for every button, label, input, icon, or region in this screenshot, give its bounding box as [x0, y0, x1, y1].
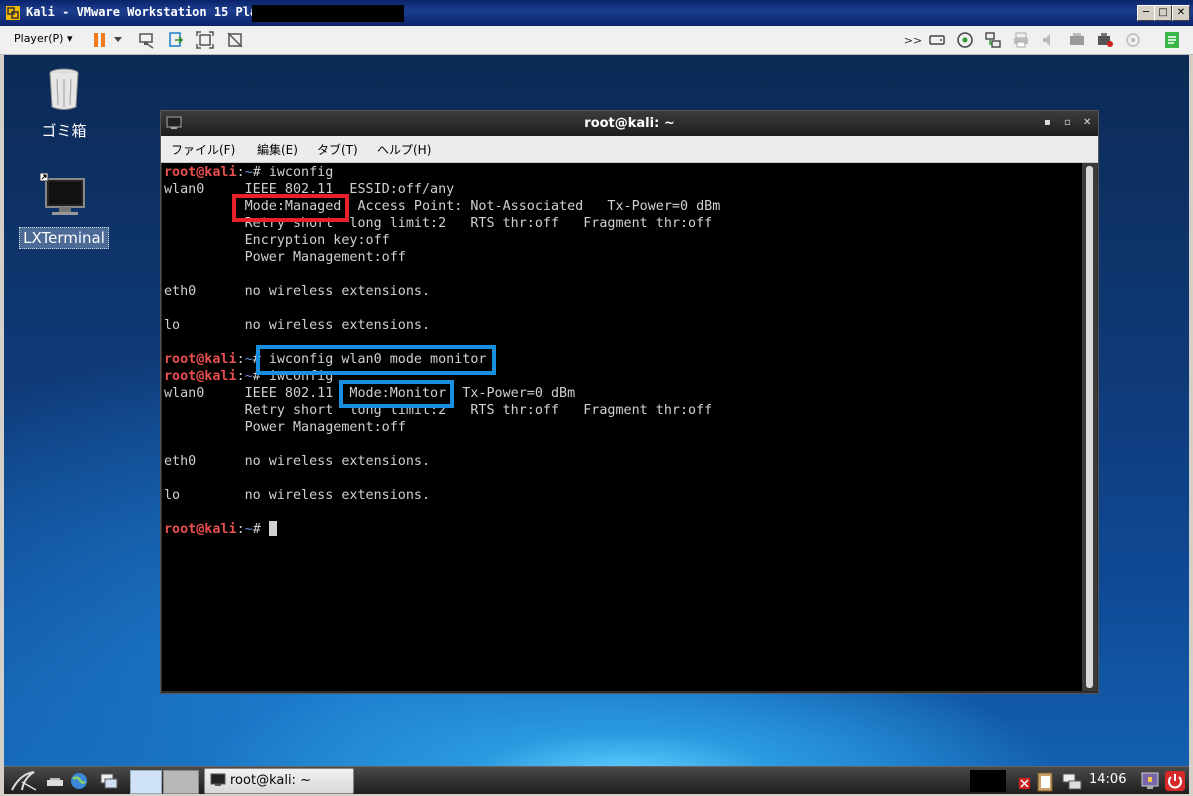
pause-icon[interactable] — [90, 30, 110, 50]
terminal-output-line: Power Management:off — [164, 250, 406, 265]
prompt-symbol: # — [252, 369, 269, 384]
trash-bin-icon — [49, 68, 79, 110]
host-toolbar: Player(P) ▾ >> — [0, 26, 1193, 55]
terminal-prompt-line: root@kali:~# iwconfig wlan0 mode monitor — [164, 351, 486, 368]
prompt-separator: : — [236, 165, 245, 180]
terminal-title: root@kali: ~ — [584, 116, 675, 131]
terminal-window: root@kali: ~ ▪ ▫ ✕ ファイル(F) 編集(E) タブ(T) ヘ… — [160, 110, 1099, 694]
prompt-user: root@kali — [164, 352, 237, 367]
terminal-output-line: Encryption key:off — [164, 233, 390, 248]
terminal-prompt-line: root@kali:~# — [164, 521, 277, 538]
menu-file[interactable]: ファイル(F) — [171, 141, 235, 158]
player-menu-button[interactable]: Player(P) ▾ — [14, 32, 72, 45]
terminal-maximize-button[interactable]: ▫ — [1064, 117, 1071, 128]
terminal-output-line: eth0 no wireless extensions. — [164, 454, 431, 469]
terminal-output-line: wlan0 IEEE 802.11 ESSID:off/any — [164, 182, 471, 197]
usb-lock-icon[interactable] — [1095, 30, 1115, 50]
overflow-chevron-icon[interactable]: >> — [903, 30, 923, 50]
prompt-path: ~ — [244, 352, 253, 367]
close-button[interactable]: ✕ — [1172, 5, 1190, 21]
taskbar-terminal-label: root@kali: ~ — [230, 773, 311, 788]
terminal-scrollbar[interactable] — [1082, 163, 1097, 691]
removable-devices-icon[interactable] — [166, 30, 186, 50]
prompt-separator: : — [236, 369, 245, 384]
usb-device-icon[interactable] — [1067, 30, 1087, 50]
desktop-icon-lxterminal[interactable]: LXTerminal — [16, 172, 112, 249]
terminal-output[interactable]: root@kali:~# iwconfig wlan0 IEEE 802.11 E… — [162, 163, 1082, 691]
terminal-minimize-button[interactable]: ▪ — [1044, 117, 1051, 128]
terminal-prompt-line: root@kali:~# iwconfig — [164, 164, 333, 181]
vmware-app-icon — [6, 6, 20, 20]
terminal-output-line: lo no wireless extensions. — [164, 488, 431, 503]
network-disconnected-icon[interactable] — [1018, 770, 1032, 792]
terminal-output-line: lo no wireless extensions. — [164, 318, 431, 333]
prompt-command: iwconfig — [268, 369, 334, 384]
text-cursor — [268, 521, 277, 536]
prompt-separator: : — [236, 352, 245, 367]
prompt-user: root@kali — [164, 165, 237, 180]
notes-icon[interactable] — [1162, 30, 1182, 50]
sound-card-icon[interactable] — [1039, 30, 1059, 50]
terminal-app-icon — [210, 773, 226, 786]
unity-mode-icon[interactable] — [225, 30, 245, 50]
terminal-output-line: Retry short long limit:2 RTS thr:off Fra… — [164, 216, 713, 231]
menu-tabs[interactable]: タブ(T) — [317, 141, 358, 158]
prompt-path: ~ — [244, 165, 253, 180]
terminal-output-line: wlan0 IEEE 802.11 Mode:Monitor Tx-Power=… — [164, 386, 600, 401]
network-adapter-icon[interactable] — [983, 30, 1003, 50]
terminal-output-line: eth0 no wireless extensions. — [164, 284, 431, 299]
prompt-symbol: # — [252, 522, 269, 537]
host-window-title: Kali - VMware Workstation 15 Player — [26, 5, 279, 19]
guest-desktop: ゴミ箱 LXTerminal root@kali: ~ ▪ ▫ ✕ ファイル(F… — [4, 55, 1189, 766]
desktop-icon-trash[interactable]: ゴミ箱 — [16, 67, 112, 142]
full-screen-icon[interactable] — [195, 30, 215, 50]
menu-edit[interactable]: 編集(E) — [257, 141, 298, 158]
minimize-button[interactable]: ─ — [1137, 5, 1155, 21]
clipboard-icon[interactable] — [1034, 770, 1056, 792]
window-switcher-icon[interactable] — [98, 770, 120, 792]
prompt-symbol: # — [252, 352, 269, 367]
taskbar-terminal-button[interactable]: root@kali: ~ — [204, 768, 354, 794]
guest-taskbar: root@kali: ~ 14:06 — [4, 766, 1189, 795]
prompt-command: iwconfig wlan0 mode monitor — [268, 352, 487, 367]
desktop-icon-label: ゴミ箱 — [41, 122, 87, 140]
terminal-output-line: Mode:Managed Access Point: Not-Associate… — [164, 199, 745, 214]
message-log-icon[interactable] — [1123, 30, 1143, 50]
chevron-down-icon[interactable] — [112, 30, 124, 50]
prompt-path: ~ — [244, 522, 253, 537]
hard-disk-icon[interactable] — [927, 30, 947, 50]
workspace-2[interactable] — [163, 770, 199, 794]
terminal-output-line: Power Management:off — [164, 420, 406, 435]
prompt-user: root@kali — [164, 369, 237, 384]
scrollbar-thumb[interactable] — [1086, 166, 1093, 688]
clock: 14:06 — [1089, 772, 1127, 787]
kali-menu-icon[interactable] — [10, 770, 38, 792]
maximize-button[interactable]: □ — [1154, 5, 1172, 21]
browser-globe-icon[interactable] — [68, 770, 90, 792]
prompt-separator: : — [236, 522, 245, 537]
cd-dvd-icon[interactable] — [955, 30, 975, 50]
send-ctrl-alt-del-icon[interactable] — [137, 30, 157, 50]
prompt-command: iwconfig — [268, 165, 334, 180]
power-button-icon[interactable] — [1164, 770, 1186, 792]
terminal-output-line: Retry short long limit:2 RTS thr:off Fra… — [164, 403, 713, 418]
redacted-tray-block — [970, 770, 1006, 792]
workspace-1[interactable] — [130, 770, 162, 794]
redacted-block — [252, 5, 404, 22]
show-desktop-icon[interactable] — [44, 770, 66, 792]
printer-icon[interactable] — [1011, 30, 1031, 50]
prompt-path: ~ — [244, 369, 253, 384]
network-icon[interactable] — [1060, 770, 1084, 792]
terminal-monitor-icon — [39, 172, 85, 215]
host-title-bar: Kali - VMware Workstation 15 Player ─ □ … — [0, 0, 1193, 26]
lock-screen-icon[interactable] — [1140, 770, 1160, 792]
terminal-close-button[interactable]: ✕ — [1083, 117, 1091, 128]
prompt-user: root@kali — [164, 522, 237, 537]
terminal-menu-bar: ファイル(F) 編集(E) タブ(T) ヘルプ(H) — [161, 136, 1098, 163]
menu-help[interactable]: ヘルプ(H) — [377, 141, 431, 158]
prompt-symbol: # — [252, 165, 269, 180]
terminal-prompt-line: root@kali:~# iwconfig — [164, 368, 333, 385]
desktop-icon-label: LXTerminal — [19, 227, 109, 249]
terminal-title-bar[interactable]: root@kali: ~ ▪ ▫ ✕ — [161, 111, 1098, 136]
